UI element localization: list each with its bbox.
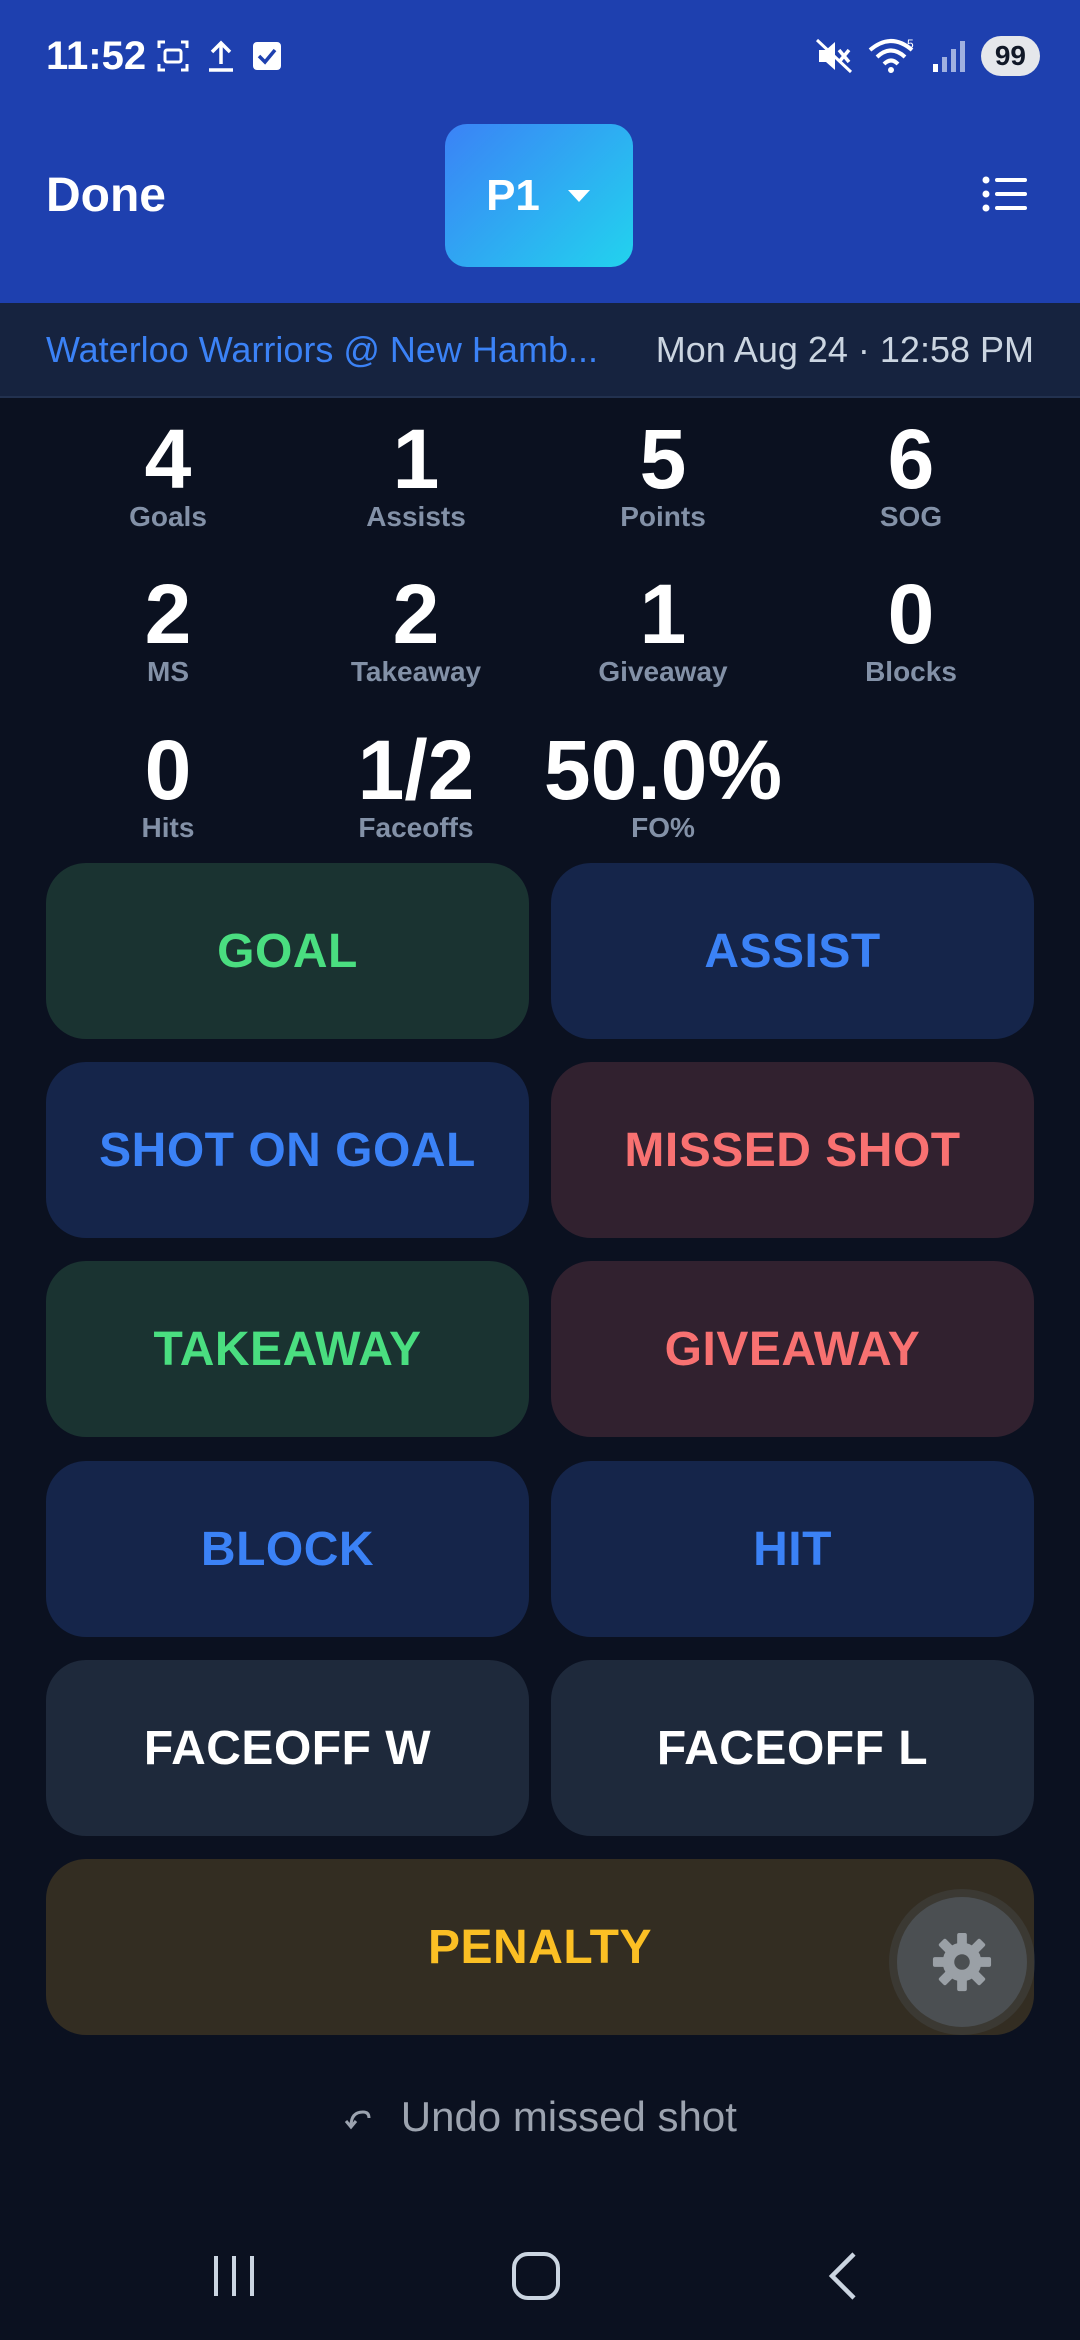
- list-icon[interactable]: [982, 176, 1028, 212]
- takeaway-button[interactable]: TAKEAWAY: [46, 1261, 529, 1437]
- checkbox-icon: [253, 42, 281, 70]
- stat-value: 1: [392, 412, 440, 506]
- stat-value: 50.0%: [543, 723, 783, 817]
- stat-label: SOG: [879, 501, 943, 532]
- screenshot-icon: [157, 40, 189, 72]
- mute-icon: [815, 38, 852, 74]
- caret-down-icon: [567, 189, 590, 202]
- game-datetime: Mon Aug 24 · 12:58 PM: [655, 329, 1034, 370]
- stat-value: 0: [887, 567, 935, 661]
- stat-sog: 6 SOG: [787, 414, 1035, 532]
- home-icon[interactable]: [510, 2250, 562, 2302]
- stat-value: 1/2: [357, 723, 475, 817]
- stat-value: 2: [392, 567, 440, 661]
- status-right-icons: 5 99: [815, 36, 1040, 76]
- stat-goals: 4 Goals: [44, 414, 292, 532]
- stat-value: 6: [887, 412, 935, 506]
- giveaway-button[interactable]: GIVEAWAY: [551, 1261, 1034, 1437]
- stat-label: Takeaway: [350, 656, 482, 687]
- done-button[interactable]: Done: [46, 168, 166, 223]
- stat-assists: 1 Assists: [292, 414, 540, 532]
- stat-value: 5: [639, 412, 687, 506]
- stat-ms: 2 MS: [44, 569, 292, 687]
- stat-takeaway: 2 Takeaway: [292, 569, 540, 687]
- assist-button[interactable]: ASSIST: [551, 863, 1034, 1039]
- stat-fo-percent: 50.0% FO%: [514, 725, 812, 843]
- stat-value: 4: [144, 412, 192, 506]
- hit-button[interactable]: HIT: [551, 1461, 1034, 1637]
- stat-label: FO%: [631, 812, 695, 843]
- battery-indicator: 99: [980, 36, 1040, 76]
- stat-hits: 0 Hits: [44, 725, 292, 843]
- stat-label: Blocks: [865, 656, 957, 687]
- wifi-icon: 5: [868, 38, 914, 73]
- system-nav-bar: [0, 2220, 1080, 2340]
- stat-label: Goals: [129, 501, 207, 532]
- faceoff-win-button[interactable]: FACEOFF W: [46, 1660, 529, 1836]
- period-label: P1: [486, 170, 540, 220]
- stat-label: Assists: [366, 501, 466, 532]
- stat-points: 5 Points: [539, 414, 787, 532]
- faceoff-loss-button[interactable]: FACEOFF L: [551, 1660, 1034, 1836]
- svg-text:5: 5: [907, 38, 914, 51]
- undo-icon: [344, 2110, 371, 2130]
- stat-value: 2: [144, 567, 192, 661]
- stat-label: MS: [147, 656, 189, 687]
- stat-label: Giveaway: [598, 656, 728, 687]
- stat-giveaway: 1 Giveaway: [539, 569, 787, 687]
- period-selector[interactable]: P1: [445, 124, 633, 267]
- undo-label: Undo missed shot: [400, 2092, 737, 2140]
- stat-value: 1: [639, 567, 687, 661]
- undo-button[interactable]: Undo missed shot: [0, 2090, 1080, 2141]
- back-icon[interactable]: [822, 2250, 862, 2302]
- signal-icon: [932, 41, 965, 72]
- stat-label: Hits: [141, 812, 195, 843]
- game-info-bar: Waterloo Warriors @ New Hamb... Mon Aug …: [0, 303, 1080, 398]
- upload-icon: [209, 40, 233, 72]
- block-button[interactable]: BLOCK: [46, 1461, 529, 1637]
- recent-apps-icon[interactable]: [210, 2250, 258, 2302]
- status-time: 11:52: [46, 34, 147, 78]
- stat-faceoffs: 1/2 Faceoffs: [292, 725, 540, 843]
- settings-fab[interactable]: [897, 1897, 1027, 2027]
- game-matchup[interactable]: Waterloo Warriors @ New Hamb...: [46, 329, 606, 371]
- status-left-icons: [155, 38, 283, 74]
- missed-shot-button[interactable]: MISSED SHOT: [551, 1062, 1034, 1238]
- goal-button[interactable]: GOAL: [46, 863, 529, 1039]
- stat-blocks: 0 Blocks: [787, 569, 1035, 687]
- status-bar: 11:52 5 99: [0, 0, 1080, 115]
- penalty-button[interactable]: PENALTY: [46, 1859, 1034, 2035]
- gear-icon: [932, 1932, 992, 1992]
- stat-label: Faceoffs: [358, 812, 474, 843]
- shot-on-goal-button[interactable]: SHOT ON GOAL: [46, 1062, 529, 1238]
- stat-value: 0: [144, 723, 192, 817]
- stat-label: Points: [620, 501, 706, 532]
